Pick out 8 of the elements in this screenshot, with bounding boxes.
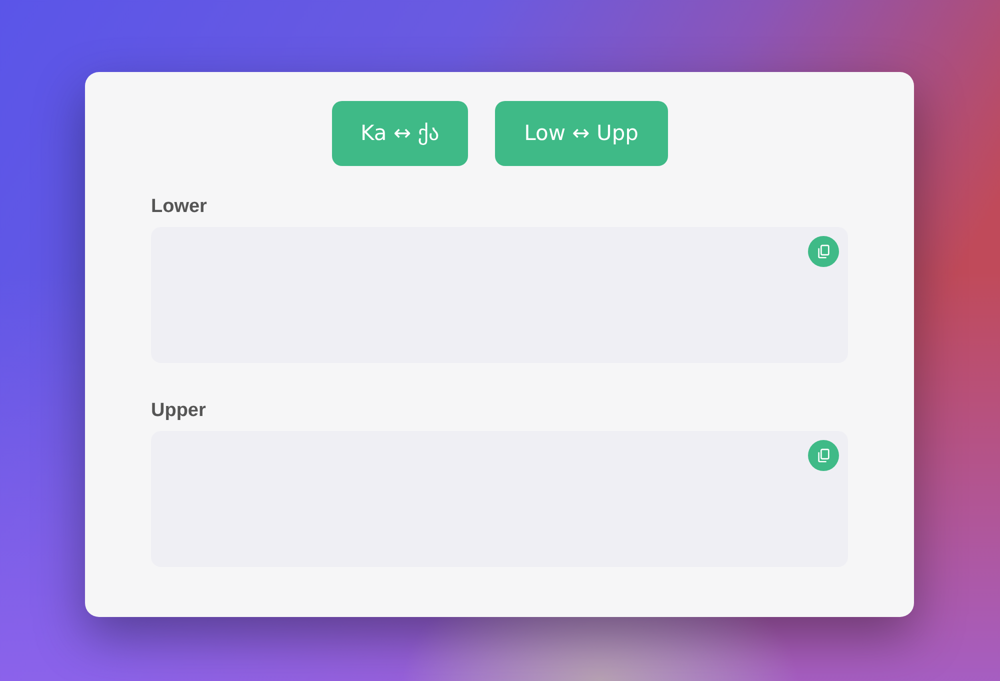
copy-button[interactable]: [808, 440, 839, 471]
copy-icon: [816, 244, 831, 259]
field-label: Upper: [151, 399, 207, 423]
copy-button[interactable]: [808, 236, 839, 267]
copy-icon: [816, 448, 831, 463]
convert-button[interactable]: Ka ↔ ქა: [332, 101, 468, 166]
convert-button[interactable]: Low ↔ Upp: [495, 101, 668, 166]
field-label: Lower: [151, 195, 208, 219]
